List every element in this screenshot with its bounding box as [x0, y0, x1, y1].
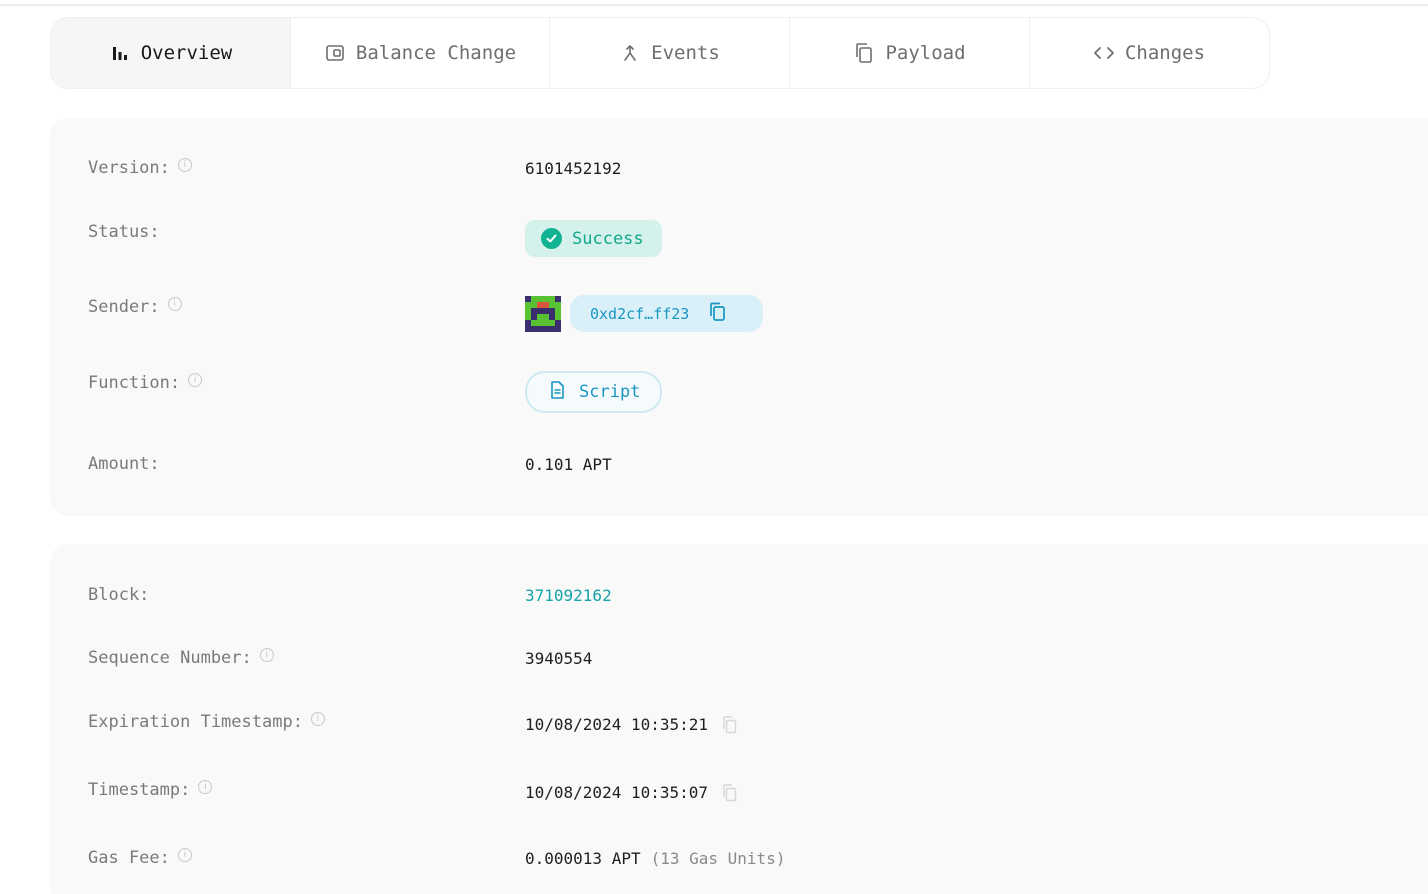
amount-value: 0.101 APT: [525, 455, 612, 474]
expiration-value: 10/08/2024 10:35:21: [525, 715, 709, 734]
tab-label: Balance Change: [355, 42, 517, 64]
tab-events[interactable]: Events: [550, 18, 790, 88]
block-label: Block:: [88, 585, 150, 605]
block-link[interactable]: 371092162: [525, 586, 612, 605]
info-icon[interactable]: i: [188, 373, 203, 387]
merge-icon: [619, 42, 641, 64]
timestamp-label: Timestamp:: [88, 780, 191, 800]
copy-icon: [853, 42, 875, 64]
check-circle-icon: [541, 228, 562, 249]
copy-icon[interactable]: [709, 302, 727, 326]
function-script-button[interactable]: Script: [525, 371, 662, 413]
function-label-row: Function: i: [88, 373, 203, 393]
sender-address-button[interactable]: 0xd2cf…ff23: [570, 295, 763, 332]
info-icon[interactable]: i: [177, 848, 192, 862]
info-icon[interactable]: i: [167, 297, 182, 311]
function-label: Function:: [88, 373, 181, 393]
version-label-row: Version: i: [88, 158, 192, 178]
gasfee-label: Gas Fee:: [88, 848, 170, 868]
expiration-row: 10/08/2024 10:35:21: [525, 715, 738, 734]
tab-bar: Overview Balance Change Events Payload C…: [50, 17, 1270, 89]
status-label-row: Status:: [88, 222, 160, 242]
gasfee-label-row: Gas Fee: i: [88, 848, 192, 868]
top-divider: [0, 4, 1428, 6]
sender-label-row: Sender: i: [88, 297, 182, 317]
gasfee-row: 0.000013 APT (13 Gas Units): [525, 849, 785, 868]
tab-overview[interactable]: Overview: [51, 18, 291, 88]
info-icon[interactable]: i: [259, 648, 274, 662]
info-icon[interactable]: i: [177, 158, 192, 172]
version-label: Version:: [88, 158, 170, 178]
details-card: Block: 371092162 Sequence Number: i 3940…: [50, 544, 1428, 894]
tab-label: Events: [651, 42, 720, 64]
wallet-icon: [324, 42, 346, 64]
tab-balance-change[interactable]: Balance Change: [291, 18, 550, 88]
tab-label: Changes: [1124, 42, 1206, 64]
tab-label: Payload: [885, 42, 966, 64]
timestamp-value: 10/08/2024 10:35:07: [525, 783, 709, 802]
tab-label: Overview: [140, 42, 233, 64]
copy-icon[interactable]: [722, 715, 738, 734]
version-value: 6101452192: [525, 159, 622, 178]
tab-changes[interactable]: Changes: [1030, 18, 1268, 88]
function-text: Script: [579, 382, 641, 402]
expiration-label-row: Expiration Timestamp: i: [88, 712, 325, 732]
copy-icon[interactable]: [722, 783, 738, 802]
gasfee-value: 0.000013 APT: [525, 849, 641, 868]
overview-card: Version: i 6101452192 Status: Success Se…: [50, 118, 1428, 516]
status-label: Status:: [88, 222, 160, 242]
status-text: Success: [572, 228, 644, 249]
status-badge: Success: [525, 220, 662, 257]
timestamp-row: 10/08/2024 10:35:07: [525, 783, 738, 802]
amount-label: Amount:: [88, 454, 160, 474]
sequence-value: 3940554: [525, 649, 593, 668]
bar-chart-icon: [109, 42, 131, 64]
sender-label: Sender:: [88, 297, 160, 317]
sender-address: 0xd2cf…ff23: [590, 304, 690, 323]
expiration-label: Expiration Timestamp:: [88, 712, 303, 732]
info-icon[interactable]: i: [310, 712, 325, 726]
document-icon: [549, 380, 565, 404]
block-label-row: Block:: [88, 585, 149, 605]
gasfee-units: (13 Gas Units): [650, 849, 786, 868]
sender-avatar: [525, 296, 561, 332]
amount-label-row: Amount:: [88, 454, 160, 474]
info-icon[interactable]: i: [198, 780, 213, 794]
tab-payload[interactable]: Payload: [790, 18, 1030, 88]
timestamp-label-row: Timestamp: i: [88, 780, 213, 800]
sequence-label-row: Sequence Number: i: [88, 648, 274, 668]
sequence-label: Sequence Number:: [88, 648, 252, 668]
code-icon: [1093, 42, 1115, 64]
